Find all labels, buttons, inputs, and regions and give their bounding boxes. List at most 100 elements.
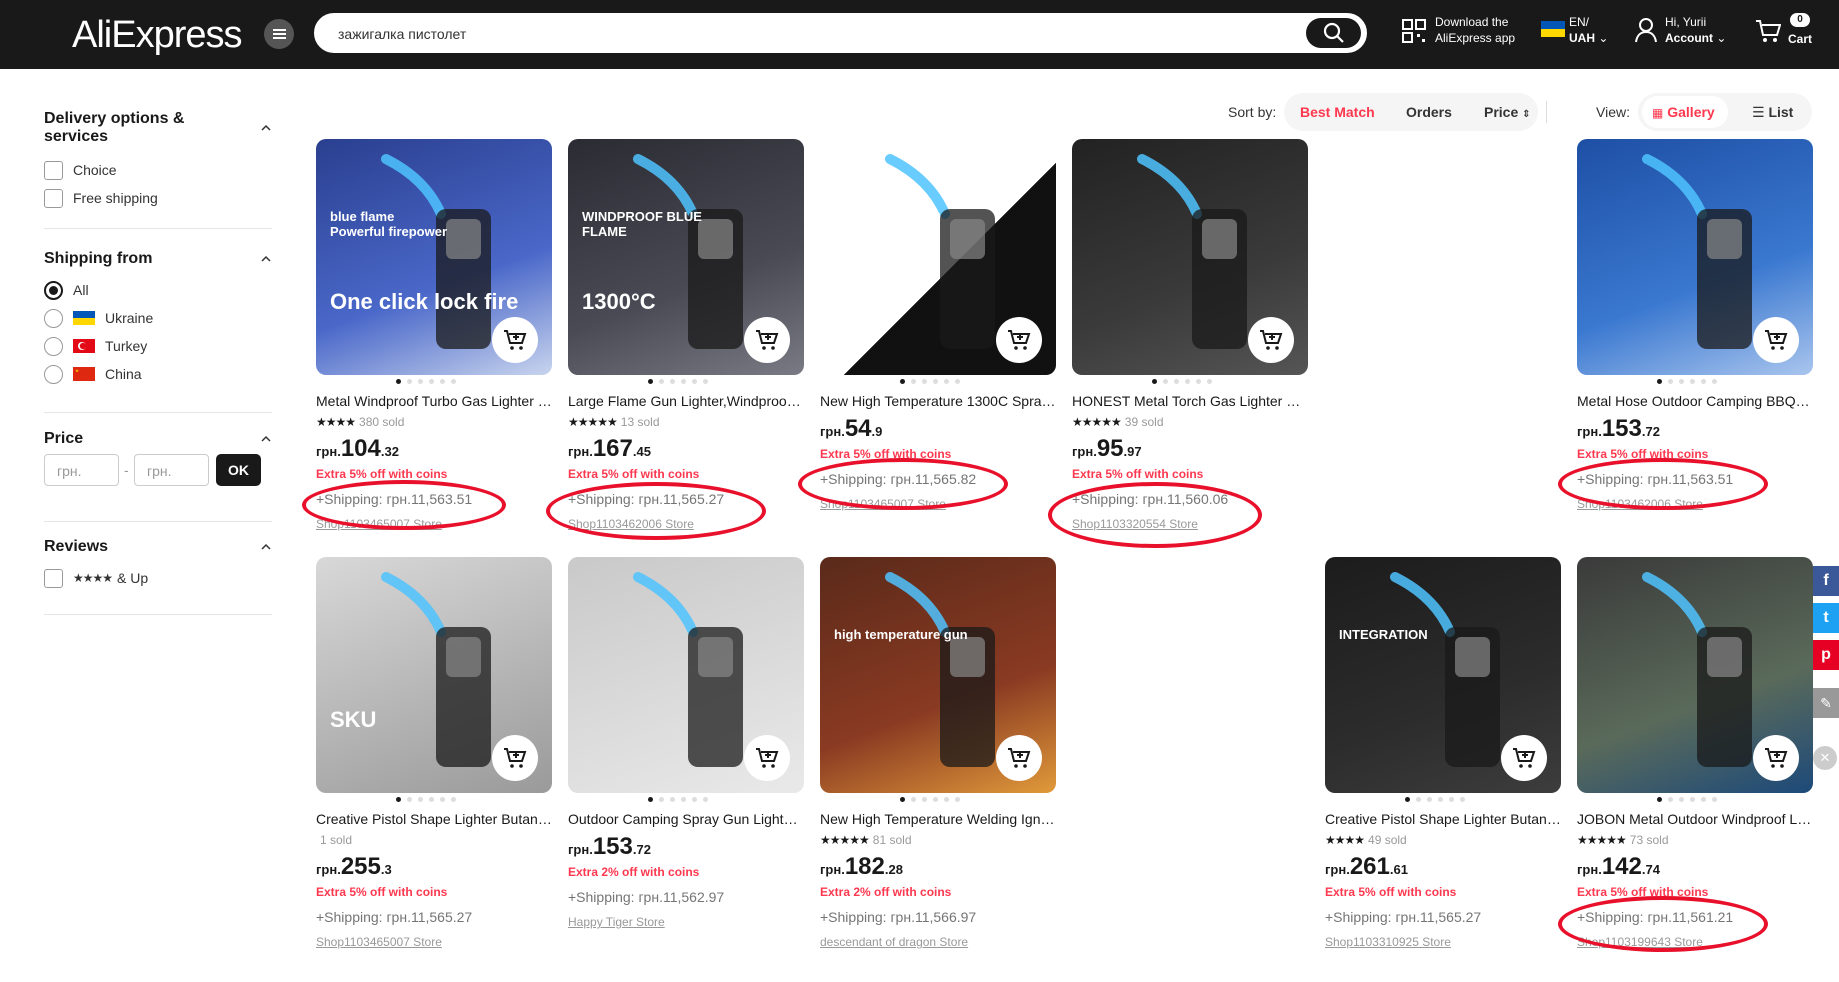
image-carousel-dots[interactable] [1405, 797, 1485, 803]
sort-price[interactable]: Price ⇕ [1484, 104, 1531, 120]
radio[interactable] [44, 336, 63, 356]
ship-from-ukraine[interactable]: Ukraine [44, 304, 272, 332]
account-menu[interactable]: Hi, Yurii Account ⌄ [1665, 14, 1726, 46]
radio[interactable] [44, 308, 63, 328]
sort-best-match[interactable]: Best Match [1300, 104, 1375, 120]
chevron-up-icon[interactable] [260, 253, 272, 265]
ship-from-all[interactable]: All [44, 276, 272, 304]
add-to-cart-button[interactable] [492, 317, 538, 363]
product-image[interactable] [1577, 557, 1813, 793]
product-title[interactable]: Metal Windproof Turbo Gas Lighter Blue F… [316, 393, 552, 409]
search-input[interactable]: зажигалка пистолет [338, 26, 466, 42]
chevron-up-icon[interactable] [260, 433, 272, 445]
image-carousel-dots[interactable] [396, 379, 476, 385]
chevron-up-icon[interactable] [260, 541, 272, 553]
product-card[interactable]: INTEGRATION Creative Pistol Shape Lighte… [1325, 557, 1561, 957]
product-card[interactable]: HONEST Metal Torch Gas Lighter Windproof… [1072, 139, 1308, 539]
chevron-up-icon[interactable] [260, 122, 272, 134]
checkbox[interactable] [44, 568, 63, 588]
product-image[interactable]: blue flame Powerful firepower One click … [316, 139, 552, 375]
product-title[interactable]: Large Flame Gun Lighter,Windproof Blue F… [568, 393, 804, 409]
qr-code-icon[interactable] [1402, 19, 1426, 43]
store-link[interactable]: Shop1103465007 Store [316, 935, 442, 949]
product-title[interactable]: Creative Pistol Shape Lighter Butane Gas [1325, 811, 1561, 827]
search-button[interactable] [1306, 18, 1361, 48]
product-card[interactable]: high temperature gun New High Temperatur… [820, 557, 1056, 957]
image-carousel-dots[interactable] [648, 797, 728, 803]
cart-label[interactable]: Cart [1788, 31, 1812, 47]
sort-orders[interactable]: Orders [1406, 104, 1452, 120]
reviews-filter-title[interactable]: Reviews [44, 538, 272, 556]
filter-choice[interactable]: Choice [44, 156, 272, 184]
image-carousel-dots[interactable] [1152, 379, 1232, 385]
product-title[interactable]: New High Temperature Welding Igniter Gun [820, 811, 1056, 827]
image-carousel-dots[interactable] [648, 379, 728, 385]
add-to-cart-button[interactable] [996, 317, 1042, 363]
shipping-from-title[interactable]: Shipping from [44, 250, 272, 268]
filter-free-shipping[interactable]: Free shipping [44, 184, 272, 212]
ship-from-turkey[interactable]: Turkey [44, 332, 272, 360]
price-min-input[interactable]: грн. [44, 454, 119, 486]
image-carousel-dots[interactable] [900, 379, 980, 385]
price-max-input[interactable]: грн. [134, 454, 209, 486]
edit-icon[interactable]: ✎ [1813, 688, 1839, 718]
image-carousel-dots[interactable] [396, 797, 476, 803]
image-carousel-dots[interactable] [900, 797, 980, 803]
product-image[interactable]: WINDPROOF BLUE FLAME 1300°C [568, 139, 804, 375]
language-currency-selector[interactable]: EN/ UAH ⌄ [1569, 14, 1608, 46]
pinterest-icon[interactable]: p [1813, 640, 1839, 670]
add-to-cart-button[interactable] [1248, 317, 1294, 363]
menu-icon[interactable] [264, 19, 294, 49]
product-title[interactable]: Creative Pistol Shape Lighter Butane Gas [316, 811, 552, 827]
product-card[interactable]: WINDPROOF BLUE FLAME 1300°C Large Flame … [568, 139, 804, 539]
facebook-icon[interactable]: f [1813, 566, 1839, 596]
product-image[interactable]: SKU [316, 557, 552, 793]
add-to-cart-button[interactable] [996, 735, 1042, 781]
product-image[interactable]: TORCH LIGHTER 1200° [820, 139, 1056, 375]
product-image[interactable]: INTEGRATION [1325, 557, 1561, 793]
product-title[interactable]: HONEST Metal Torch Gas Lighter Windproof [1072, 393, 1308, 409]
add-to-cart-button[interactable] [1753, 317, 1799, 363]
view-gallery[interactable]: ▦ Gallery [1652, 104, 1715, 120]
product-image[interactable] [1577, 139, 1813, 375]
product-card[interactable]: SKU Creative Pistol Shape Lighter Butane… [316, 557, 552, 957]
twitter-icon[interactable]: t [1813, 603, 1839, 633]
image-carousel-dots[interactable] [1657, 797, 1737, 803]
checkbox[interactable] [44, 188, 63, 208]
view-list-label: List [1768, 104, 1794, 120]
ship-from-china[interactable]: China [44, 360, 272, 388]
store-link[interactable]: Shop1103310925 Store [1325, 935, 1451, 949]
product-card[interactable]: Outdoor Camping Spray Gun Lighter Windpr… [568, 557, 804, 957]
product-title[interactable]: Outdoor Camping Spray Gun Lighter Windpr… [568, 811, 804, 827]
user-icon[interactable] [1635, 17, 1657, 43]
view-list[interactable]: ☰ List [1752, 104, 1793, 121]
search-bar[interactable]: зажигалка пистолет [314, 13, 1367, 53]
delivery-filter-title[interactable]: Delivery options & services [44, 110, 214, 146]
price-ok-button[interactable]: OK [216, 454, 261, 486]
product-image[interactable] [568, 557, 804, 793]
checkbox[interactable] [44, 160, 63, 180]
add-to-cart-button[interactable] [744, 317, 790, 363]
aliexpress-logo[interactable]: AliExpress [72, 14, 242, 57]
product-title[interactable]: Metal Hose Outdoor Camping BBQ Lighter [1577, 393, 1813, 409]
product-card[interactable]: blue flame Powerful firepower One click … [316, 139, 552, 539]
radio-selected[interactable] [44, 280, 63, 300]
add-to-cart-button[interactable] [744, 735, 790, 781]
add-to-cart-button[interactable] [492, 735, 538, 781]
store-link[interactable]: descendant of dragon Store [820, 935, 968, 949]
radio[interactable] [44, 364, 63, 384]
product-price: грн.153.72 [1577, 415, 1660, 443]
price-filter-title[interactable]: Price [44, 430, 272, 448]
product-title[interactable]: New High Temperature 1300C Spray Gun Lig… [820, 393, 1056, 409]
product-image[interactable]: high temperature gun [820, 557, 1056, 793]
store-link[interactable]: Happy Tiger Store [568, 915, 665, 929]
product-title[interactable]: JOBON Metal Outdoor Windproof Lighter [1577, 811, 1813, 827]
add-to-cart-button[interactable] [1501, 735, 1547, 781]
cart-icon[interactable] [1755, 18, 1781, 44]
image-carousel-dots[interactable] [1657, 379, 1737, 385]
add-to-cart-button[interactable] [1753, 735, 1799, 781]
filter-four-stars-up[interactable]: ★★★★ & Up [44, 564, 272, 592]
product-image[interactable] [1072, 139, 1308, 375]
download-app-link[interactable]: Download the AliExpress app [1435, 14, 1515, 46]
close-icon[interactable]: ✕ [1813, 746, 1837, 770]
